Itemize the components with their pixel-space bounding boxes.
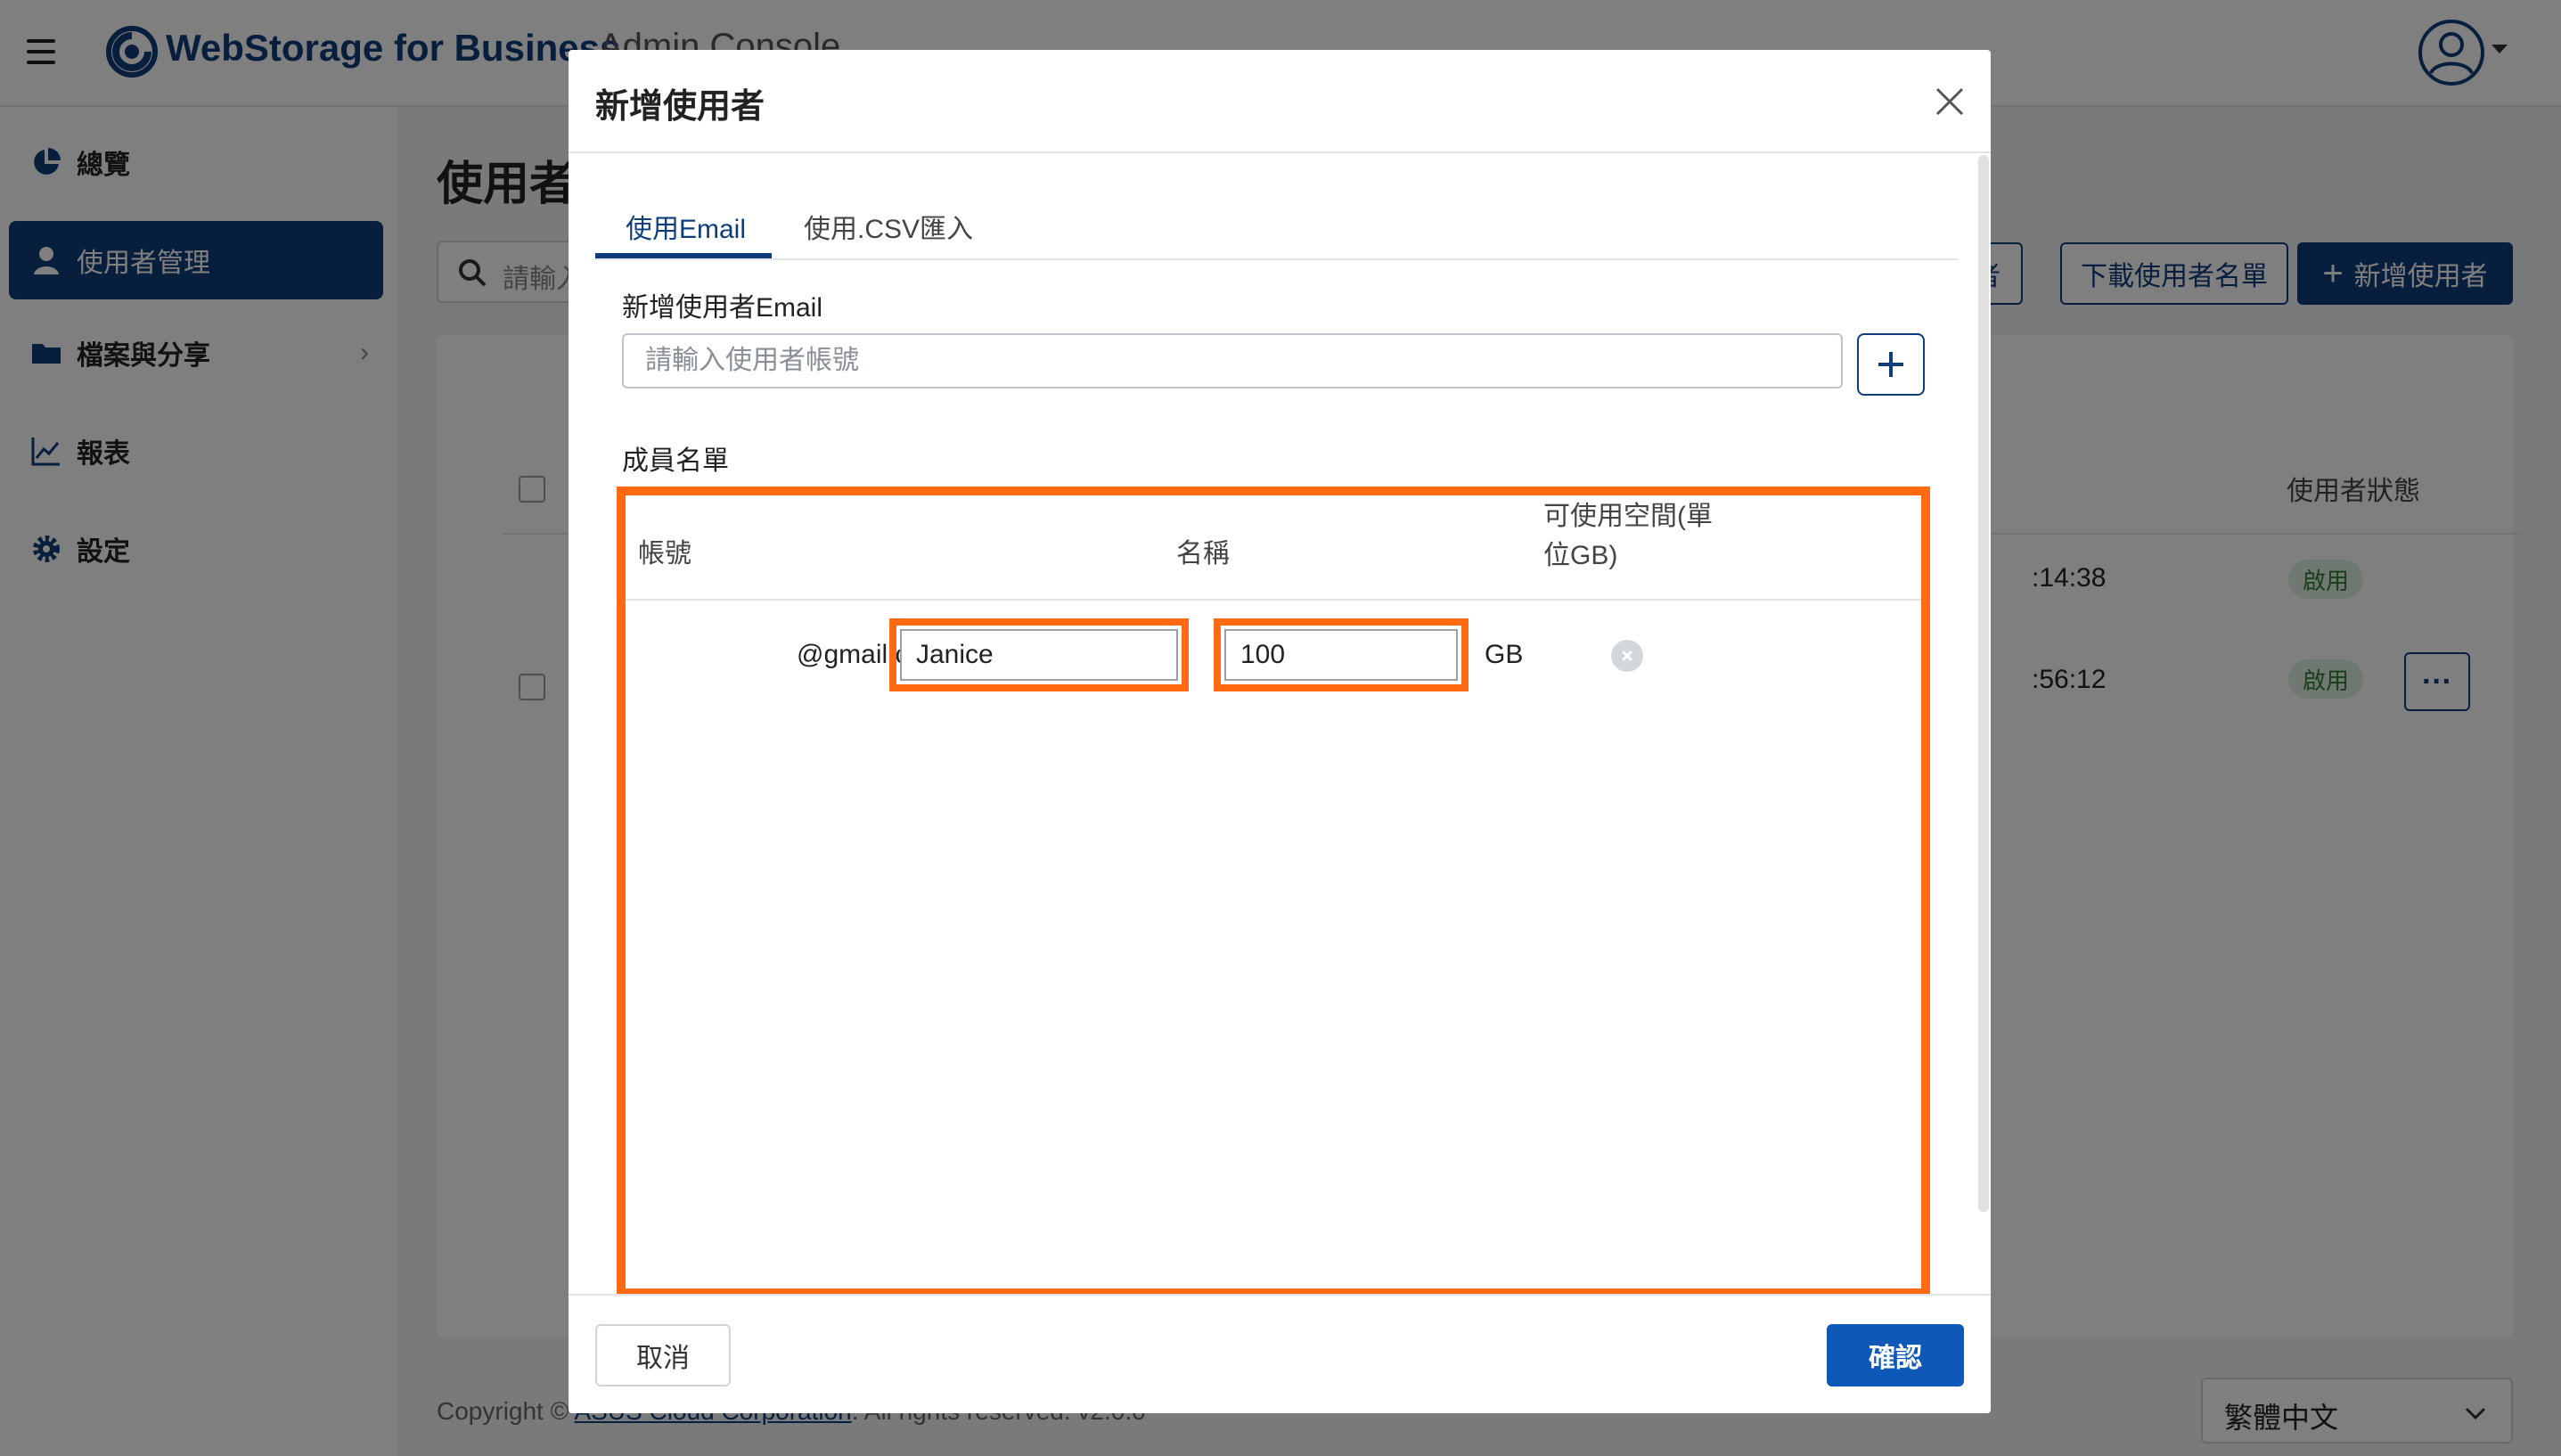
column-header-quota-line1: 可使用空間(單	[1543, 502, 1713, 531]
column-header-quota-line2: 位GB)	[1543, 541, 1618, 570]
tab-use-email[interactable]: 使用Email	[626, 207, 746, 246]
member-quota-input[interactable]	[1224, 629, 1458, 681]
members-list-label: 成員名單	[622, 446, 729, 476]
dialog-tabs: 使用Email 使用.CSV匯入	[595, 200, 1959, 260]
close-icon[interactable]	[1932, 84, 1968, 119]
dialog-title: 新增使用者	[595, 88, 765, 126]
active-tab-indicator	[595, 253, 772, 258]
dialog-header: 新增使用者	[569, 50, 1991, 153]
confirm-button[interactable]: 確認	[1827, 1324, 1964, 1386]
email-field-label: 新增使用者Email	[622, 293, 823, 323]
members-table: 帳號 名稱 可使用空間(單 位GB) @gmail.com GB	[617, 487, 1930, 1297]
column-header-quota: 可使用空間(單 位GB)	[1543, 497, 1713, 576]
quota-unit: GB	[1485, 640, 1524, 669]
member-name-input[interactable]	[900, 629, 1178, 681]
dialog-scrollbar[interactable]	[1978, 155, 1989, 1212]
add-email-button[interactable]	[1857, 333, 1925, 396]
cancel-button[interactable]: 取消	[595, 1324, 731, 1386]
quota-field-highlight	[1214, 618, 1469, 691]
plus-icon	[1878, 352, 1903, 377]
tab-use-csv-import[interactable]: 使用.CSV匯入	[804, 207, 973, 246]
column-header-account: 帳號	[638, 539, 691, 568]
add-user-dialog: 新增使用者 使用Email 使用.CSV匯入 新增使用者Email 成員名單 帳…	[569, 50, 1991, 1413]
remove-member-icon[interactable]	[1611, 640, 1643, 672]
column-header-name: 名稱	[1176, 539, 1230, 568]
name-field-highlight	[889, 618, 1189, 691]
members-table-divider	[626, 599, 1921, 601]
dialog-footer: 取消 確認	[569, 1294, 1991, 1413]
email-field[interactable]	[622, 333, 1843, 389]
